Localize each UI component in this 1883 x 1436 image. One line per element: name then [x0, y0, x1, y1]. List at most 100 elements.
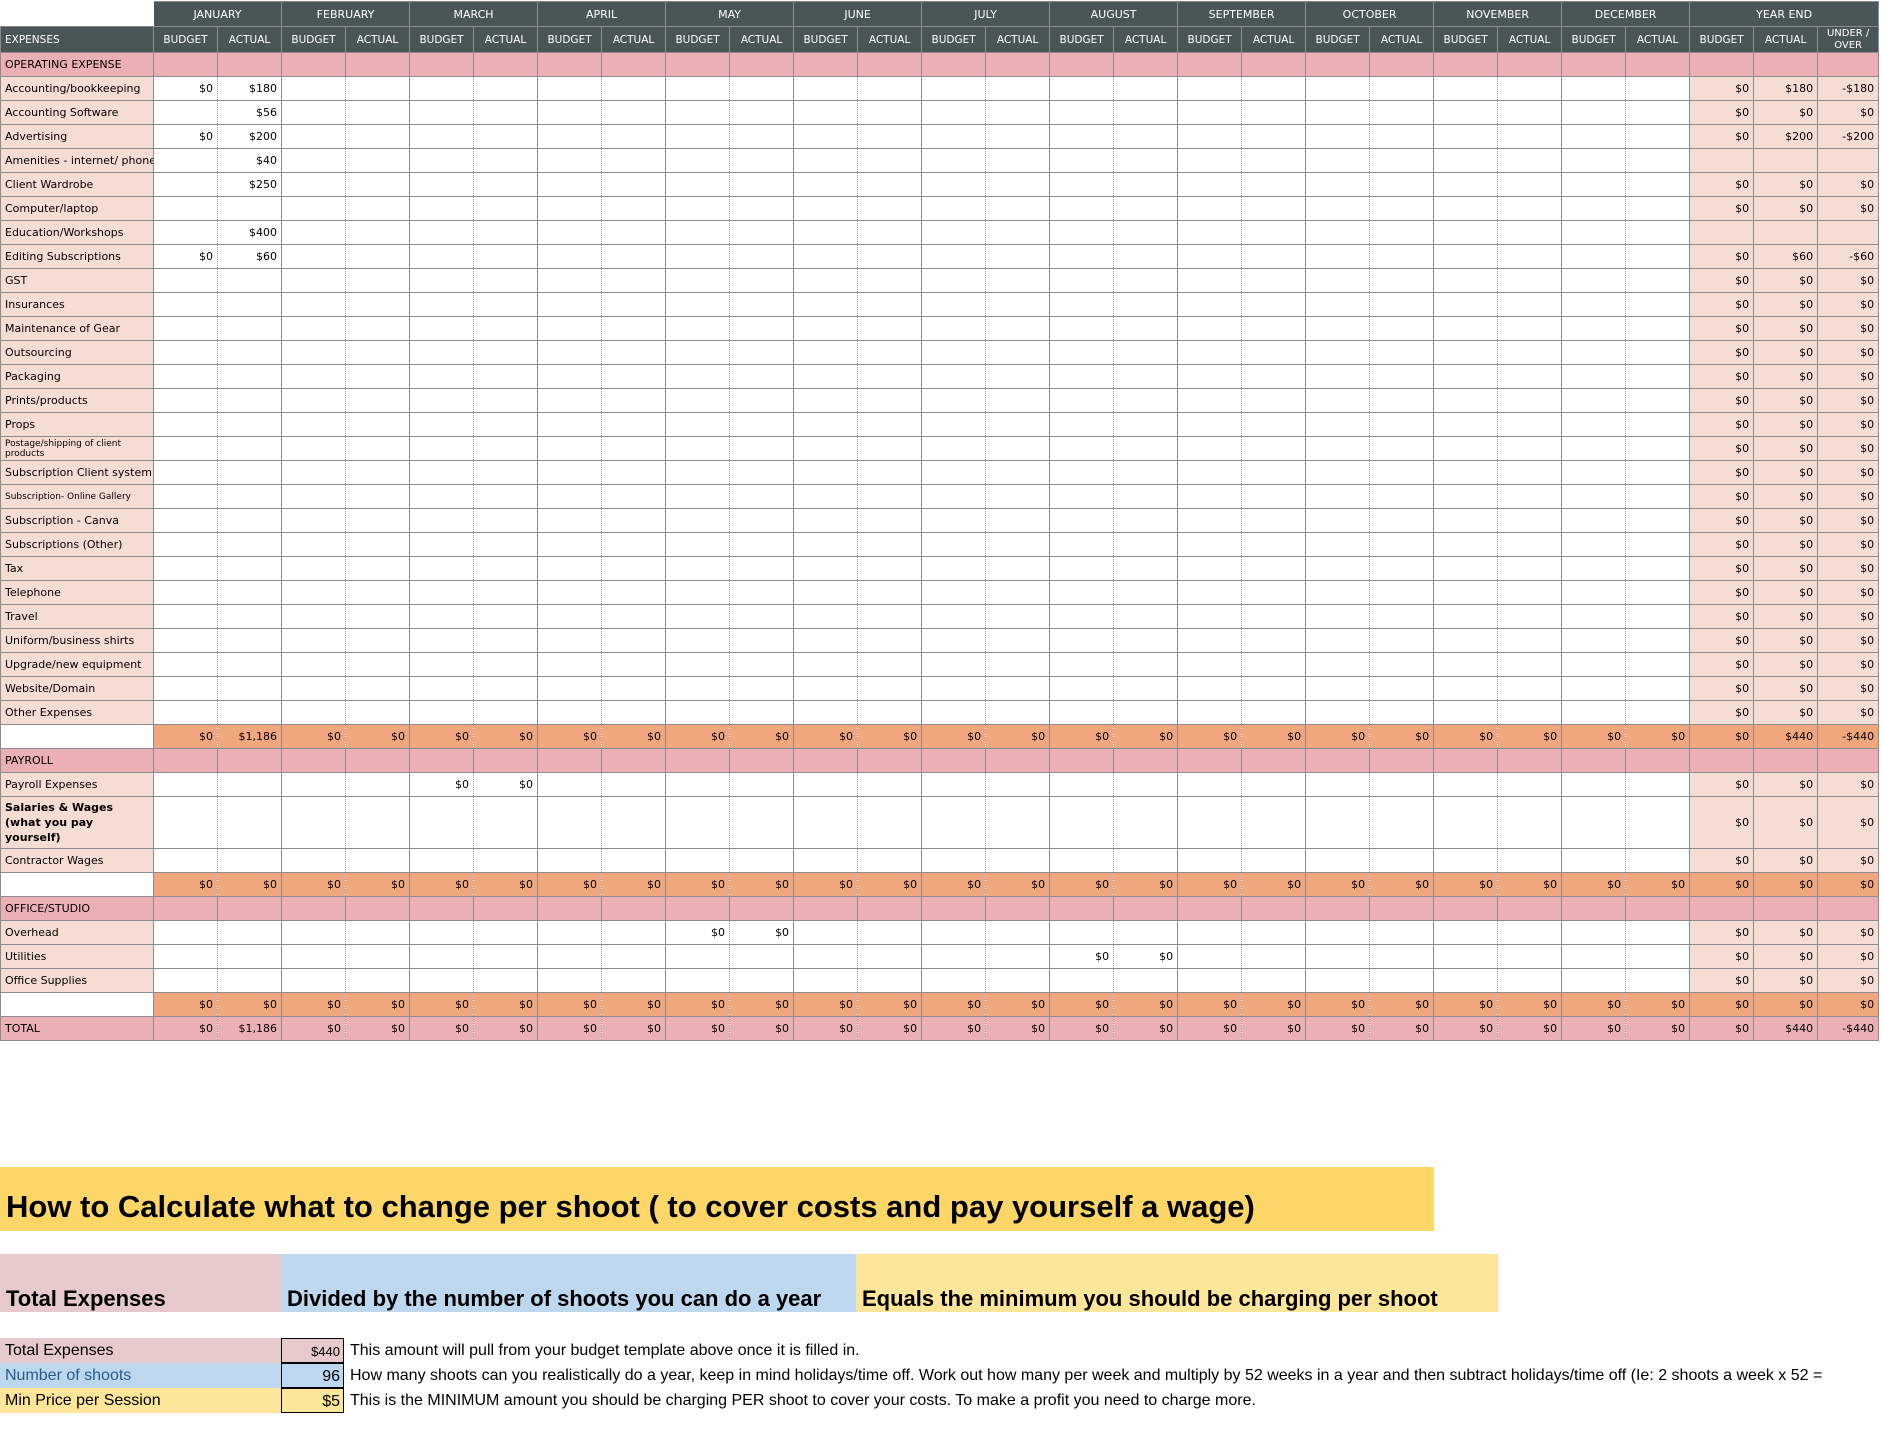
budget-cell[interactable] — [1049, 772, 1115, 797]
actual-cell[interactable] — [1497, 364, 1563, 389]
budget-cell[interactable] — [537, 508, 603, 533]
actual-cell[interactable] — [1625, 76, 1691, 101]
actual-cell[interactable] — [217, 340, 283, 365]
budget-cell[interactable] — [1433, 412, 1499, 437]
actual-cell[interactable] — [1497, 196, 1563, 221]
budget-cell[interactable] — [1433, 364, 1499, 389]
budget-cell[interactable] — [537, 796, 603, 849]
actual-cell[interactable] — [601, 848, 667, 873]
budget-cell[interactable] — [921, 436, 987, 461]
budget-cell[interactable] — [1561, 436, 1627, 461]
budget-cell[interactable] — [793, 268, 859, 293]
actual-cell[interactable] — [1241, 292, 1307, 317]
actual-cell[interactable] — [1113, 920, 1179, 945]
budget-cell[interactable] — [665, 172, 731, 197]
actual-cell[interactable] — [1497, 532, 1563, 557]
actual-cell[interactable] — [345, 388, 411, 413]
budget-cell[interactable] — [1177, 244, 1243, 269]
actual-cell[interactable] — [1369, 652, 1435, 677]
actual-cell[interactable] — [473, 460, 539, 485]
actual-cell[interactable] — [729, 604, 795, 629]
actual-cell[interactable] — [473, 436, 539, 461]
actual-cell[interactable] — [729, 532, 795, 557]
actual-cell[interactable] — [473, 848, 539, 873]
actual-cell[interactable] — [1625, 508, 1691, 533]
budget-cell[interactable] — [1305, 968, 1371, 993]
budget-cell[interactable] — [1177, 220, 1243, 245]
budget-cell[interactable] — [1433, 580, 1499, 605]
actual-cell[interactable] — [473, 796, 539, 849]
budget-cell[interactable] — [1049, 676, 1115, 701]
budget-cell[interactable] — [1433, 848, 1499, 873]
actual-cell[interactable] — [1497, 172, 1563, 197]
budget-cell[interactable] — [281, 292, 347, 317]
budget-cell[interactable] — [665, 628, 731, 653]
budget-cell[interactable] — [1049, 628, 1115, 653]
budget-cell[interactable] — [537, 944, 603, 969]
actual-cell[interactable] — [1113, 244, 1179, 269]
budget-cell[interactable] — [409, 316, 475, 341]
budget-cell[interactable] — [1049, 100, 1115, 125]
actual-cell[interactable] — [217, 556, 283, 581]
actual-cell[interactable] — [1625, 968, 1691, 993]
actual-cell[interactable] — [217, 508, 283, 533]
budget-cell[interactable] — [537, 172, 603, 197]
actual-cell[interactable] — [1369, 920, 1435, 945]
budget-cell[interactable] — [1561, 244, 1627, 269]
budget-cell[interactable] — [921, 796, 987, 849]
actual-cell[interactable]: $40 — [217, 148, 283, 173]
budget-cell[interactable] — [793, 944, 859, 969]
actual-cell[interactable] — [601, 172, 667, 197]
actual-cell[interactable] — [1241, 340, 1307, 365]
budget-cell[interactable] — [1177, 340, 1243, 365]
actual-cell[interactable] — [857, 436, 923, 461]
budget-cell[interactable] — [665, 772, 731, 797]
actual-cell[interactable] — [729, 100, 795, 125]
budget-cell[interactable] — [665, 484, 731, 509]
actual-cell[interactable] — [601, 436, 667, 461]
budget-cell[interactable] — [1305, 580, 1371, 605]
actual-cell[interactable] — [1625, 628, 1691, 653]
actual-cell[interactable] — [1241, 920, 1307, 945]
actual-cell[interactable] — [857, 628, 923, 653]
actual-cell[interactable] — [1241, 172, 1307, 197]
budget-cell[interactable] — [281, 628, 347, 653]
budget-cell[interactable] — [1177, 532, 1243, 557]
actual-cell[interactable] — [1113, 652, 1179, 677]
budget-cell[interactable] — [1561, 652, 1627, 677]
budget-cell[interactable] — [793, 148, 859, 173]
actual-cell[interactable] — [1369, 700, 1435, 725]
actual-cell[interactable] — [1241, 580, 1307, 605]
actual-cell[interactable] — [473, 388, 539, 413]
actual-cell[interactable] — [1241, 388, 1307, 413]
budget-cell[interactable] — [409, 412, 475, 437]
actual-cell[interactable] — [1497, 340, 1563, 365]
actual-cell[interactable] — [1625, 292, 1691, 317]
actual-cell[interactable] — [857, 172, 923, 197]
budget-cell[interactable] — [1049, 268, 1115, 293]
budget-cell[interactable] — [1305, 604, 1371, 629]
budget-cell[interactable] — [1305, 412, 1371, 437]
actual-cell[interactable] — [345, 796, 411, 849]
budget-cell[interactable] — [537, 244, 603, 269]
budget-cell[interactable] — [921, 920, 987, 945]
budget-cell[interactable] — [1433, 604, 1499, 629]
actual-cell[interactable] — [857, 268, 923, 293]
budget-cell[interactable] — [409, 220, 475, 245]
actual-cell[interactable] — [985, 220, 1051, 245]
budget-cell[interactable] — [665, 652, 731, 677]
actual-cell[interactable] — [601, 220, 667, 245]
budget-cell[interactable] — [1305, 364, 1371, 389]
actual-cell[interactable] — [729, 412, 795, 437]
actual-cell[interactable] — [1625, 796, 1691, 849]
budget-cell[interactable] — [153, 968, 218, 993]
budget-cell[interactable] — [1305, 100, 1371, 125]
budget-cell[interactable] — [1561, 580, 1627, 605]
actual-cell[interactable] — [1241, 100, 1307, 125]
actual-cell[interactable] — [1113, 220, 1179, 245]
actual-cell[interactable] — [217, 268, 283, 293]
budget-cell[interactable] — [1177, 556, 1243, 581]
actual-cell[interactable] — [1369, 124, 1435, 149]
actual-cell[interactable] — [985, 76, 1051, 101]
budget-cell[interactable] — [665, 148, 731, 173]
